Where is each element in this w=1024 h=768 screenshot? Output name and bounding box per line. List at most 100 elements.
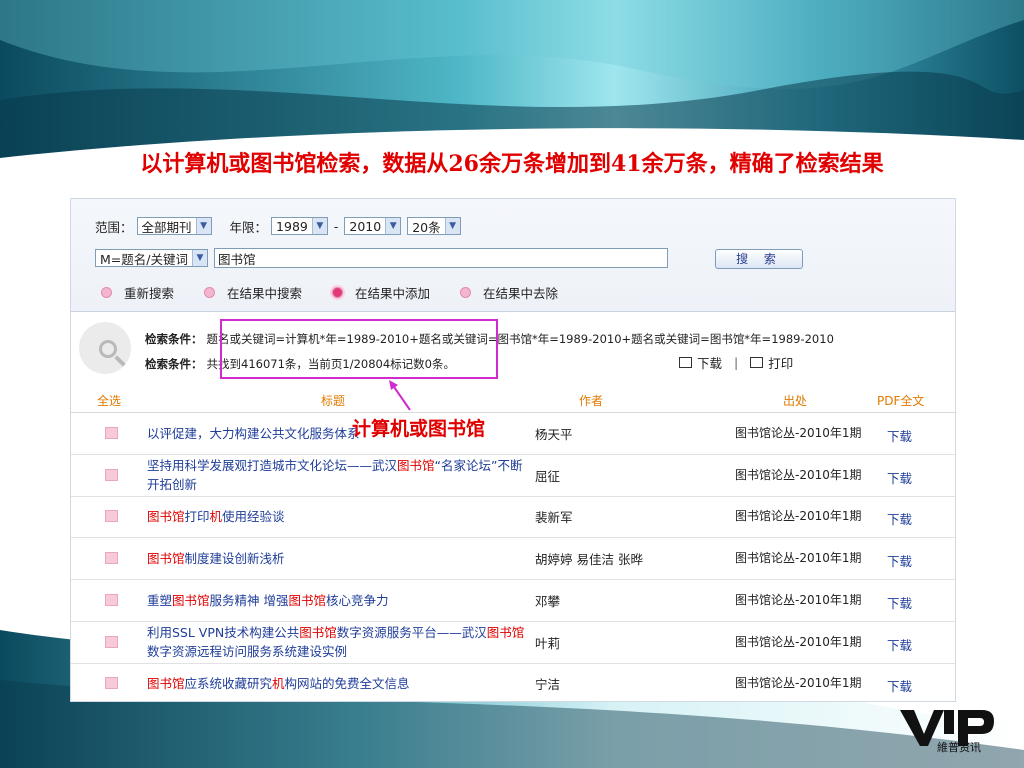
article-title-link[interactable]: 图书馆应系统收藏研究机构网站的免费全文信息 <box>147 663 527 701</box>
radio-label: 在结果中去除 <box>483 285 559 301</box>
title-text: 利用SSL VPN技术构建公共 <box>147 625 300 640</box>
tool-separator: | <box>734 355 739 370</box>
chevron-down-icon: ▼ <box>444 218 460 234</box>
table-row: 坚持用科学发展观打造城市文化论坛——武汉图书馆“名家论坛”不断开拓创新 屈征 图书馆… <box>71 455 955 497</box>
magnifier-icon <box>79 322 131 374</box>
year-to-select[interactable]: 2010 ▼ <box>344 217 402 235</box>
year-dash: - <box>333 218 339 234</box>
pdf-column-header: PDF全文 <box>877 394 925 408</box>
radio-dot-selected <box>332 286 344 298</box>
radio-search-in-results[interactable]: 在结果中搜索 <box>204 283 302 302</box>
keyword-highlight: 图书馆 <box>288 592 327 608</box>
title-column-header: 标题 <box>321 394 346 408</box>
pdf-download-link[interactable]: 下载 <box>887 509 912 528</box>
radio-dot <box>204 286 216 298</box>
source-cell: 图书馆论丛-2010年1期 <box>735 634 862 649</box>
scope-select[interactable]: 全部期刊 ▼ <box>136 217 212 235</box>
author-cell: 裴新军 <box>535 510 573 526</box>
radio-label: 重新搜索 <box>124 285 175 301</box>
row-checkbox[interactable] <box>105 552 118 565</box>
radio-label: 在结果中搜索 <box>227 285 303 301</box>
row-checkbox[interactable] <box>105 593 118 606</box>
chevron-down-icon: ▼ <box>195 218 211 234</box>
download-all-link[interactable]: 下载 <box>679 353 722 372</box>
title-text: 服务精神 增强 <box>209 592 289 608</box>
years-label: 年限： <box>229 219 268 235</box>
radio-add-to-results[interactable]: 在结果中添加 <box>332 283 430 302</box>
author-cell: 屈征 <box>535 468 561 484</box>
author-cell: 叶莉 <box>535 635 561 651</box>
chevron-down-icon: ▼ <box>191 250 207 266</box>
print-label: 打印 <box>768 356 794 371</box>
source-cell: 图书馆论丛-2010年1期 <box>735 426 862 440</box>
result-tools: 下载 | 打印 <box>679 353 793 372</box>
field-value: M=题名/关键词 <box>100 251 188 267</box>
article-title-link[interactable]: 图书馆制度建设创新浅析 <box>147 538 527 579</box>
year-to-value: 2010 <box>349 218 382 234</box>
highlight-box <box>220 319 498 379</box>
table-row: 图书馆打印机使用经验谈 裴新军 图书馆论丛-2010年1期 下载 <box>71 496 955 539</box>
arrow-icon <box>389 380 411 411</box>
title-text: 打印 <box>184 509 210 525</box>
row-checkbox[interactable] <box>105 635 118 648</box>
table-header: 全选 标题 作者 出处 PDF全文 <box>71 388 955 413</box>
annotation-label: 计算机或图书馆 <box>352 418 486 440</box>
keyword-highlight: 机 <box>209 509 223 525</box>
keyword-highlight: 图书馆 <box>172 592 210 608</box>
pdf-download-link[interactable]: 下载 <box>887 426 912 445</box>
year-from-value: 1989 <box>276 218 308 234</box>
page-size-select[interactable]: 20条 ▼ <box>407 217 461 235</box>
table-row: 以评促建，大力构建公共文化服务体系 杨天平 图书馆论丛-2010年1期 下载 <box>71 413 955 455</box>
search-form: 范围： 全部期刊 ▼ 年限： 1989 ▼ - 2010 ▼ 20条 ▼ M=题名/关键… <box>71 199 955 312</box>
article-title-link[interactable]: 利用SSL VPN技术构建公共图书馆数字资源服务平台——武汉图书馆数字资源远程访… <box>147 622 527 663</box>
radio-dot <box>101 286 112 298</box>
title-text: 使用经验谈 <box>222 509 285 525</box>
keyword-highlight: 图书馆 <box>397 458 435 474</box>
table-row: 利用SSL VPN技术构建公共图书馆数字资源服务平台——武汉图书馆数字资源远程访… <box>71 622 955 664</box>
year-from-select[interactable]: 1989 ▼ <box>271 217 328 235</box>
keyword-input[interactable]: 图书馆 <box>213 248 668 268</box>
print-link[interactable]: 打印 <box>750 353 793 372</box>
title-text: 以评促建，大力构建公共文化服务体系 <box>147 426 360 441</box>
pdf-download-link[interactable]: 下载 <box>887 676 912 695</box>
condition-label: 检索条件： <box>145 357 203 371</box>
row-checkbox[interactable] <box>105 468 118 481</box>
search-conditions <box>71 312 955 388</box>
source-column-header: 出处 <box>783 394 808 408</box>
title-text: 数字资源服务平台——武汉 <box>336 625 487 640</box>
title-text: 应系统收藏研究 <box>184 676 273 692</box>
keyword-highlight: 图书馆 <box>486 625 525 640</box>
author-cell: 邓攀 <box>535 593 561 609</box>
field-select[interactable]: M=题名/关键词 ▼ <box>95 249 208 267</box>
source-cell: 图书馆论丛-2010年1期 <box>735 551 862 566</box>
author-cell: 宁洁 <box>535 677 561 693</box>
row-checkbox[interactable] <box>105 427 118 439</box>
author-column-header: 作者 <box>579 394 604 408</box>
title-text: 数字资源远程访问服务系统建设实例 <box>147 644 348 659</box>
condition-label: 检索条件： <box>145 332 203 346</box>
download-label: 下载 <box>697 356 723 371</box>
radio-remove-from-results[interactable]: 在结果中去除 <box>460 283 558 302</box>
slide-title: 以计算机或图书馆检索，数据从26余万条增加到41余万条，精确了检索结果 <box>140 151 884 177</box>
row-checkbox[interactable] <box>105 677 118 690</box>
row-checkbox[interactable] <box>105 510 118 523</box>
pdf-download-link[interactable]: 下载 <box>887 635 912 654</box>
article-title-link[interactable]: 图书馆打印机使用经验谈 <box>147 496 527 537</box>
select-all-link[interactable]: 全选 <box>97 392 121 409</box>
pdf-download-link[interactable]: 下载 <box>887 468 912 487</box>
search-button[interactable]: 搜 索 <box>715 249 803 269</box>
keyword-value: 图书馆 <box>217 251 256 267</box>
keyword-row: M=题名/关键词 ▼ 图书馆 <box>95 247 668 269</box>
pdf-download-link[interactable]: 下载 <box>887 593 912 612</box>
article-title-link[interactable]: 重塑图书馆服务精神 增强图书馆核心竞争力 <box>147 580 527 621</box>
table-row: 重塑图书馆服务精神 增强图书馆核心竞争力 邓攀 图书馆论丛-2010年1期 下载 <box>71 580 955 622</box>
save-icon <box>679 357 692 368</box>
printer-icon <box>750 357 764 368</box>
page-size-value: 20条 <box>412 219 441 235</box>
table-row: 图书馆应系统收藏研究机构网站的免费全文信息 宁洁 图书馆论丛-2010年1期 下载 <box>71 663 955 701</box>
title-text: 构网站的免费全文信息 <box>284 676 410 692</box>
search-results-panel: 范围： 全部期刊 ▼ 年限： 1989 ▼ - 2010 ▼ 20条 ▼ M=题名/关键… <box>70 198 956 702</box>
pdf-download-link[interactable]: 下载 <box>887 551 912 570</box>
radio-new-search[interactable]: 重新搜索 <box>101 283 174 302</box>
article-title-link[interactable]: 坚持用科学发展观打造城市文化论坛——武汉图书馆“名家论坛”不断开拓创新 <box>147 455 527 496</box>
